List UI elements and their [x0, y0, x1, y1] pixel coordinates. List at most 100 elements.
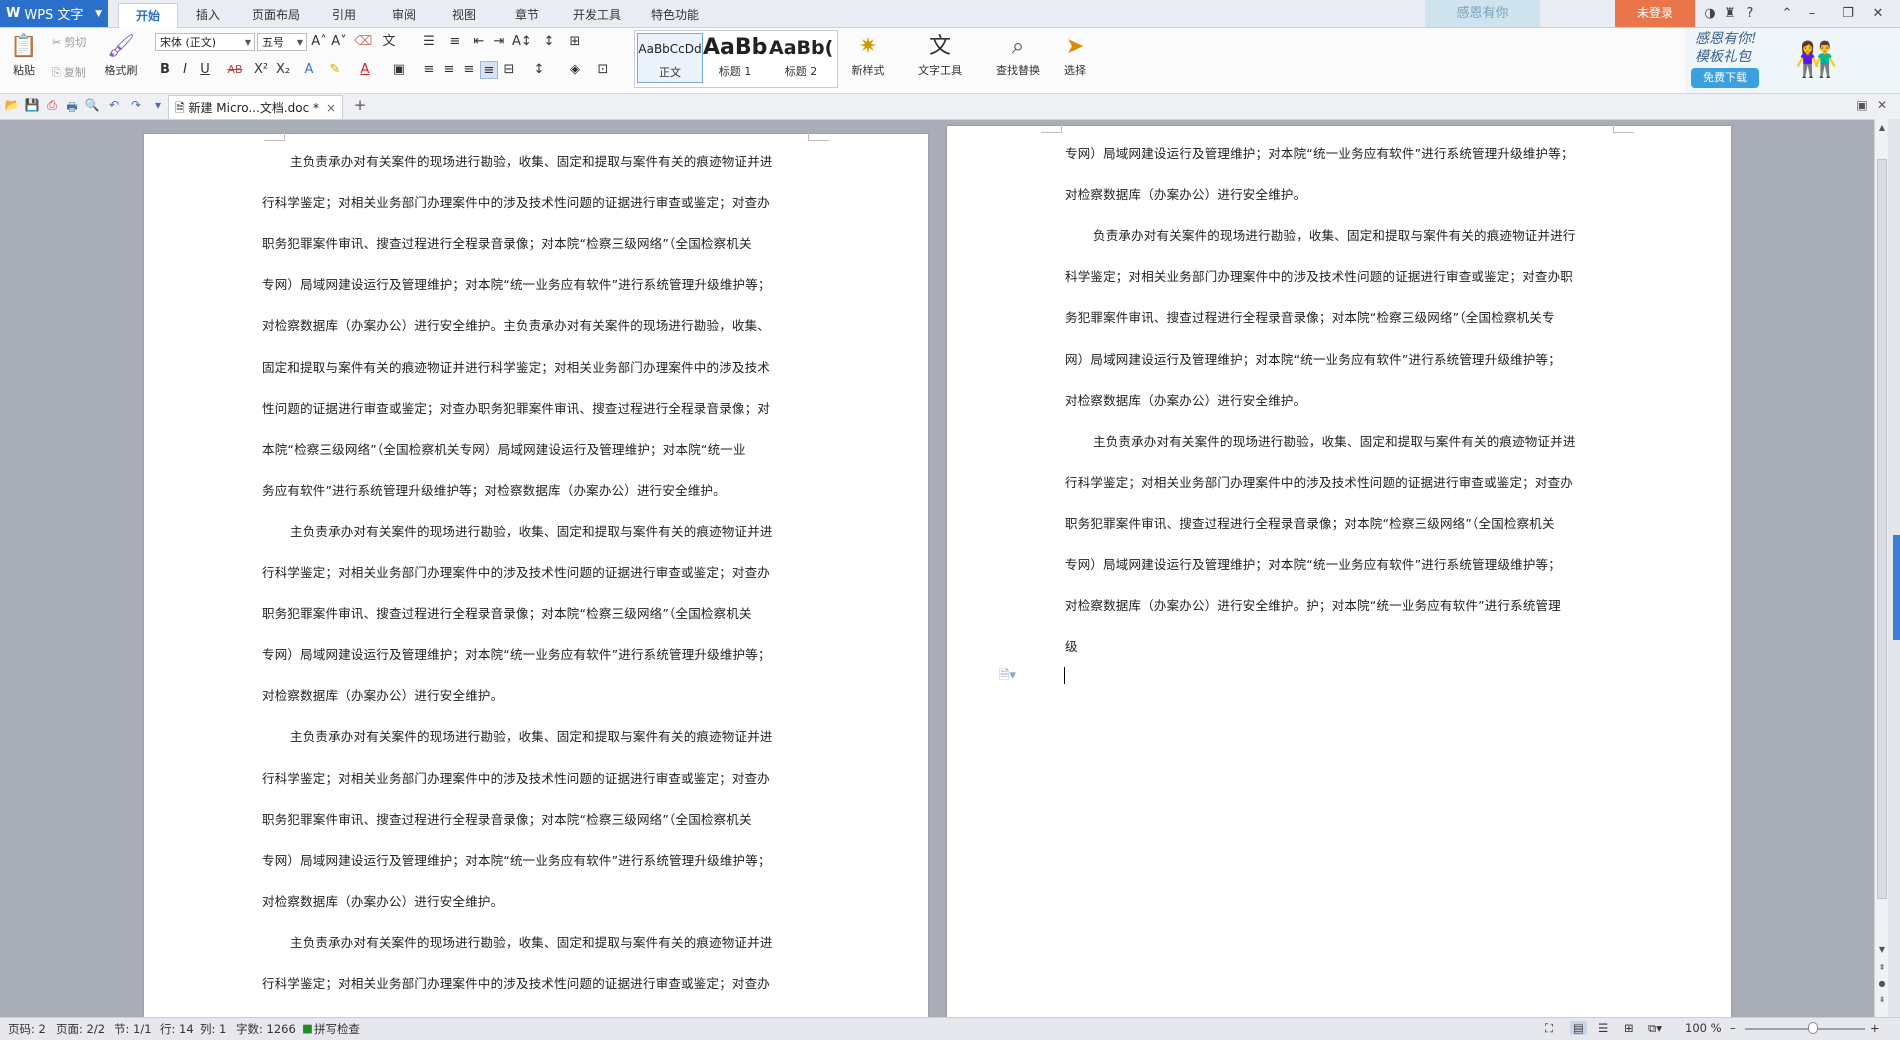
- login-button[interactable]: 未登录: [1615, 0, 1695, 27]
- zoom-slider-handle[interactable]: [1808, 1022, 1818, 1034]
- undo-icon[interactable]: ↶: [106, 98, 122, 112]
- close-tab-icon[interactable]: ×: [326, 96, 336, 120]
- bold-icon[interactable]: B: [156, 61, 174, 79]
- font-size-select[interactable]: 五号 ▼: [257, 33, 307, 51]
- sort-icon[interactable]: ↕: [540, 33, 558, 51]
- redo-icon[interactable]: ↷: [128, 98, 144, 112]
- underline-icon[interactable]: U: [196, 61, 214, 79]
- new-tab-icon[interactable]: +: [352, 96, 368, 114]
- text-line: 职务犯罪案件审讯、搜查过程进行全程录音录像；对本院“检察三级网络”（全国检察机关: [262, 811, 752, 827]
- collapse-ribbon-icon[interactable]: ⌃: [1775, 0, 1799, 27]
- new-style-button[interactable]: ✷ 新样式: [842, 30, 894, 78]
- char-shading-icon[interactable]: ▣: [390, 61, 408, 79]
- quick-access-dropdown-icon[interactable]: ▾: [150, 98, 166, 112]
- select-browse-icon[interactable]: ●: [1875, 977, 1889, 991]
- highlight-icon[interactable]: ✎: [326, 61, 344, 79]
- indent-icon[interactable]: ⇥: [490, 33, 508, 51]
- align-left-icon[interactable]: ≡: [420, 61, 438, 79]
- scroll-thumb[interactable]: [1877, 159, 1887, 899]
- open-icon[interactable]: 📂: [4, 98, 20, 112]
- status-page-number[interactable]: 页码: 2: [8, 1021, 46, 1037]
- print-preview-icon[interactable]: 🔍: [84, 98, 100, 112]
- promo-download-button[interactable]: 免费下载: [1691, 68, 1759, 88]
- bullets-icon[interactable]: ☰: [420, 33, 438, 51]
- numbering-icon[interactable]: ≡: [446, 33, 464, 51]
- tab-insert[interactable]: 插入: [188, 3, 228, 27]
- align-right-icon[interactable]: ≡: [460, 61, 478, 79]
- clear-format-icon[interactable]: ⌫: [354, 33, 372, 51]
- tab-references[interactable]: 引用: [324, 3, 364, 27]
- zoom-in-icon[interactable]: +: [1870, 1021, 1880, 1035]
- paragraph-options-icon[interactable]: 🗎▾: [999, 666, 1016, 688]
- status-word-count[interactable]: 字数: 1266: [236, 1021, 296, 1037]
- tab-view[interactable]: 视图: [444, 3, 484, 27]
- line-spacing-icon[interactable]: ↕: [530, 61, 548, 79]
- scroll-down-icon[interactable]: ▼: [1875, 943, 1889, 957]
- tab-developer[interactable]: 开发工具: [565, 3, 629, 27]
- paste-button[interactable]: 📋 粘贴: [4, 30, 44, 78]
- tab-special[interactable]: 特色功能: [643, 3, 707, 27]
- fullscreen-icon[interactable]: ⛶: [1545, 1021, 1553, 1036]
- subscript-icon[interactable]: X₂: [274, 61, 292, 79]
- zoom-level[interactable]: 100 %: [1685, 1021, 1722, 1035]
- style-normal[interactable]: AaBbCcDd 正文: [637, 33, 703, 83]
- grow-font-icon[interactable]: A˄: [310, 33, 328, 51]
- copy-button[interactable]: ⎘ 复制: [52, 64, 86, 80]
- text-line: 行科学鉴定；对相关业务部门办理案件中的涉及技术性问题的证据进行审查或鉴定；对查办: [262, 195, 771, 211]
- tab-review[interactable]: 审阅: [384, 3, 424, 27]
- web-view-icon[interactable]: ⊞: [1624, 1021, 1634, 1035]
- help-icon[interactable]: ?: [1738, 0, 1762, 27]
- font-family-select[interactable]: 宋体 (正文) ▼: [155, 33, 255, 51]
- italic-icon[interactable]: I: [176, 61, 194, 79]
- style-heading-1[interactable]: AaBb 标题 1: [703, 33, 767, 81]
- document-page-1[interactable]: 主负责承办对有关案件的现场进行勘验，收集、固定和提取与案件有关的痕迹物证并进 行科…: [144, 132, 928, 1018]
- format-painter-button[interactable]: 🖌 格式刷: [100, 30, 142, 78]
- print-icon[interactable]: 🖶: [64, 98, 80, 119]
- app-menu-button[interactable]: W WPS 文字 ▼: [0, 0, 108, 27]
- cut-button[interactable]: ✂ 剪切: [52, 34, 86, 50]
- next-page-icon[interactable]: ⇟: [1875, 993, 1889, 1007]
- find-replace-button[interactable]: ⌕ 查找替换: [986, 30, 1050, 78]
- border-icon[interactable]: ⊡: [594, 61, 612, 79]
- distribute-icon[interactable]: ⊟: [500, 61, 518, 79]
- side-panel-toggle[interactable]: [1893, 535, 1900, 640]
- thanks-banner[interactable]: 感恩有你: [1425, 0, 1540, 27]
- justify-icon[interactable]: ≡: [480, 61, 498, 79]
- zoom-slider[interactable]: [1745, 1028, 1865, 1030]
- style-heading-2[interactable]: AaBb( 标题 2: [769, 33, 833, 81]
- shading-icon[interactable]: ◈: [566, 61, 584, 79]
- page-view-icon[interactable]: ▤: [1570, 1021, 1587, 1035]
- text-tools-button[interactable]: 文 文字工具: [908, 30, 972, 78]
- restore-doc-icon[interactable]: ▣: [1854, 98, 1870, 112]
- align-center-icon[interactable]: ≡: [440, 61, 458, 79]
- status-spell-check[interactable]: 拼写检查: [314, 1021, 360, 1037]
- vertical-scrollbar[interactable]: ▲ ▼ ⇞ ● ⇟: [1874, 119, 1889, 1017]
- outdent-icon[interactable]: ⇤: [470, 33, 488, 51]
- reading-view-icon[interactable]: ⧉▾: [1648, 1021, 1662, 1036]
- tab-chapter[interactable]: 章节: [507, 3, 547, 27]
- scroll-up-icon[interactable]: ▲: [1875, 121, 1889, 135]
- save-icon[interactable]: 💾: [24, 98, 40, 112]
- asian-layout-icon[interactable]: A↕: [512, 33, 532, 51]
- text-effect-icon[interactable]: A: [300, 61, 318, 79]
- phonetic-icon[interactable]: 文: [380, 33, 398, 51]
- select-button[interactable]: ➤ 选择: [1054, 30, 1096, 78]
- superscript-icon[interactable]: X²: [252, 61, 270, 79]
- strikethrough-icon[interactable]: AB: [222, 61, 248, 79]
- outline-view-icon[interactable]: ☰: [1598, 1021, 1608, 1035]
- tab-page-layout[interactable]: 页面布局: [244, 3, 308, 27]
- status-pages[interactable]: 页面: 2/2: [56, 1021, 105, 1037]
- document-page-2[interactable]: 专网）局域网建设运行及管理维护；对本院“统一业务应有软件”进行系统管理升级维护等…: [947, 124, 1731, 1018]
- close-icon[interactable]: ✕: [1866, 0, 1890, 27]
- table-icon[interactable]: ⊞: [566, 33, 584, 51]
- export-pdf-icon[interactable]: ⎙: [44, 98, 60, 113]
- minimize-icon[interactable]: –: [1800, 0, 1824, 27]
- shrink-font-icon[interactable]: A˅: [330, 33, 348, 51]
- font-color-icon[interactable]: A: [356, 61, 374, 79]
- zoom-out-icon[interactable]: –: [1730, 1021, 1736, 1035]
- tab-home[interactable]: 开始: [118, 3, 178, 28]
- document-tab[interactable]: 🗎 新建 Micro...文档.doc * ×: [168, 95, 343, 119]
- prev-page-icon[interactable]: ⇞: [1875, 961, 1889, 975]
- restore-icon[interactable]: ❐: [1836, 0, 1860, 27]
- close-doc-icon[interactable]: ✕: [1874, 98, 1890, 112]
